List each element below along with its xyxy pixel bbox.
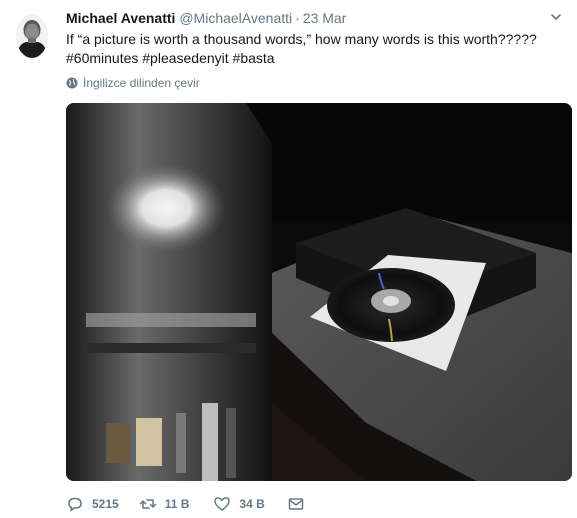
envelope-icon — [288, 498, 303, 510]
globe-icon — [66, 77, 78, 89]
tweet-text-line: If “a picture is worth a thousand words,… — [66, 31, 537, 47]
heart-icon — [214, 497, 231, 511]
reply-button[interactable]: 5215 — [66, 495, 119, 513]
tweet-date[interactable]: 23 Mar — [303, 10, 347, 26]
tweet-header: Michael Avenatti @MichaelAvenatti · 23 Mar — [66, 10, 547, 28]
chevron-down-icon[interactable] — [549, 10, 563, 24]
tweet-text: If “a picture is worth a thousand words,… — [66, 30, 546, 68]
reply-count: 5215 — [92, 497, 119, 511]
retweet-icon — [139, 499, 156, 509]
reply-icon — [68, 497, 82, 512]
author-handle[interactable]: @MichaelAvenatti — [179, 10, 292, 26]
retweet-count: 11 B — [164, 497, 190, 511]
author-name[interactable]: Michael Avenatti — [66, 10, 175, 26]
avatar[interactable] — [16, 14, 48, 58]
retweet-button[interactable]: 11 B — [139, 495, 190, 513]
translate-link[interactable]: İngilizce dilinden çevir — [66, 76, 200, 90]
tweet-hashtags[interactable]: #60minutes #pleasedenyit #basta — [66, 49, 546, 68]
tweet-card: Michael Avenatti @MichaelAvenatti · 23 Mar… — [0, 0, 577, 518]
translate-label[interactable]: İngilizce dilinden çevir — [83, 76, 200, 90]
tweet-actions: 5215 11 B 34 B — [66, 494, 305, 514]
separator-dot: · — [295, 10, 300, 26]
message-button[interactable] — [287, 495, 305, 513]
like-count: 34 B — [239, 497, 265, 511]
tweet-image[interactable] — [66, 103, 572, 481]
like-button[interactable]: 34 B — [213, 495, 265, 513]
